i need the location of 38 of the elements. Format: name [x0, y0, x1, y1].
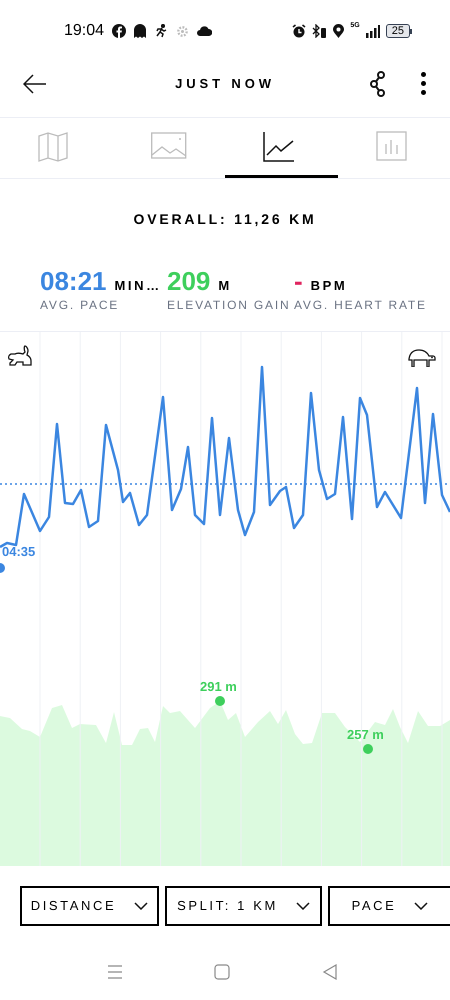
facebook-icon: [112, 24, 126, 38]
runner-icon: [154, 24, 168, 38]
home-button[interactable]: [214, 964, 230, 980]
stat-value: 209: [167, 266, 210, 296]
stat-unit: MIN…: [114, 277, 162, 295]
ghost-icon: [134, 24, 146, 38]
stat-label: AVG. PACE: [40, 298, 120, 312]
share-button[interactable]: [368, 70, 388, 96]
marker-label: 04:35: [2, 544, 36, 560]
dropdown[interactable]: DISTANCE: [20, 886, 159, 926]
chevron-down-icon: [414, 902, 428, 910]
battery-indicator: 25: [386, 24, 412, 38]
location-icon: [333, 24, 344, 38]
signal-icon: [366, 24, 380, 38]
turtle-icon: [408, 349, 436, 367]
stat-label: ELEVATION GAIN: [167, 298, 292, 312]
back-nav-button[interactable]: [322, 964, 338, 980]
screen-title: JUST NOW: [175, 74, 275, 93]
alarm-icon: [292, 24, 306, 38]
marker-dot: [215, 696, 225, 706]
menu-button[interactable]: [107, 964, 123, 980]
bluetooth-icon: [312, 24, 328, 38]
marker-label: 291 m: [200, 679, 237, 695]
stat-unit: BPM: [310, 277, 348, 295]
total-distance: OVERALL: 11,26 KM: [134, 210, 316, 229]
marker-dot: [363, 744, 373, 754]
dropdown[interactable]: PACE: [328, 886, 450, 926]
settings-icon: [176, 24, 190, 38]
stat-value: 08:21: [40, 266, 106, 296]
chevron-down-icon: [134, 902, 148, 910]
chevron-down-icon: [296, 902, 310, 910]
status-time: 19:04: [64, 21, 104, 41]
marker-label: 257 m: [347, 727, 384, 743]
cloud-icon: [197, 26, 212, 36]
stat-label: AVG. HEART RATE: [294, 298, 428, 312]
stat-unit: M: [218, 277, 232, 295]
dropdown[interactable]: SPLIT: 1 KM: [165, 886, 322, 926]
stat-value: -: [294, 266, 303, 296]
